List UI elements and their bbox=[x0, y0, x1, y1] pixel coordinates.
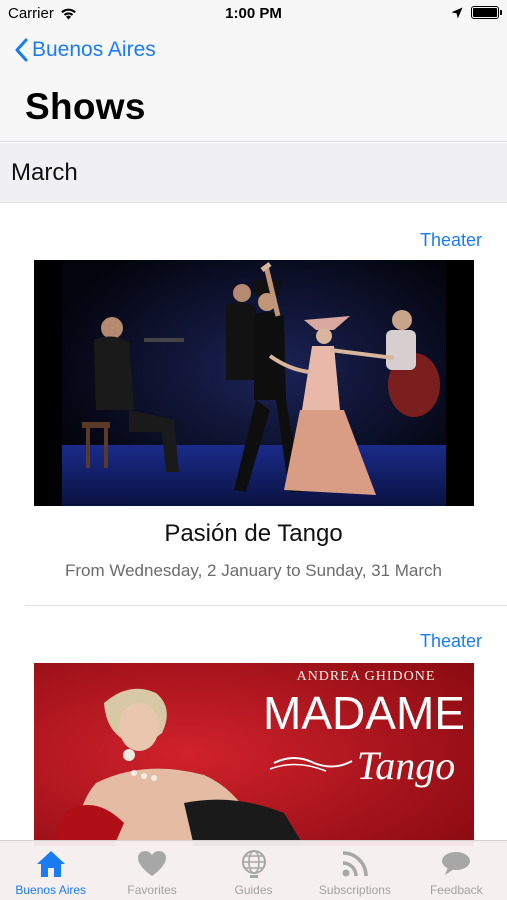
location-arrow-icon bbox=[451, 7, 463, 18]
category-link[interactable]: Theater bbox=[420, 230, 482, 251]
tab-subscriptions[interactable]: Subscriptions bbox=[304, 841, 405, 900]
show-card[interactable]: Theater Pasión de Tango From Wednesday, … bbox=[0, 203, 507, 606]
tab-guides[interactable]: Guides bbox=[203, 841, 304, 900]
tab-label: Guides bbox=[234, 883, 273, 897]
globe-icon bbox=[241, 850, 266, 878]
tab-bar: Buenos Aires Favorites Guides Subscripti… bbox=[0, 840, 507, 900]
poster-credit: ANDREA GHIDONE bbox=[297, 669, 436, 684]
show-title: Pasión de Tango bbox=[164, 520, 343, 547]
show-dates: From Wednesday, 2 January to Sunday, 31 … bbox=[64, 561, 443, 580]
tab-feedback[interactable]: Feedback bbox=[406, 841, 507, 900]
battery-icon bbox=[471, 6, 502, 19]
section-header-label: March bbox=[11, 159, 78, 186]
tab-label: Favorites bbox=[127, 883, 177, 897]
chevron-left-icon bbox=[15, 38, 28, 62]
poster-subtitle: Tango bbox=[357, 743, 456, 788]
category-link[interactable]: Theater bbox=[420, 631, 482, 652]
heart-icon bbox=[138, 851, 167, 876]
navigation-bar: Buenos Aires Shows bbox=[0, 28, 507, 142]
back-button-label: Buenos Aires bbox=[32, 38, 156, 61]
tango-dancers-photo bbox=[34, 260, 474, 506]
page-title: Shows bbox=[25, 86, 146, 127]
status-right bbox=[451, 6, 502, 19]
home-icon bbox=[36, 851, 65, 877]
section-header: March bbox=[0, 143, 507, 203]
speech-bubble-icon bbox=[442, 852, 471, 875]
rss-icon bbox=[342, 851, 368, 877]
battery-fill bbox=[473, 8, 497, 17]
tab-label: Subscriptions bbox=[318, 883, 391, 897]
tab-buenos-aires[interactable]: Buenos Aires bbox=[0, 841, 101, 900]
tab-label: Feedback bbox=[429, 883, 483, 897]
show-image[interactable]: ANDREA GHIDONE MADAME Tango bbox=[34, 663, 474, 846]
show-card[interactable]: Theater ANDREA GHIDONE MADAME Tango bbox=[0, 606, 507, 846]
show-image[interactable] bbox=[34, 260, 474, 506]
status-bar: Carrier 1:00 PM bbox=[0, 0, 507, 28]
tab-favorites[interactable]: Favorites bbox=[101, 841, 202, 900]
back-button[interactable]: Buenos Aires bbox=[14, 38, 156, 62]
tab-label: Buenos Aires bbox=[15, 883, 87, 897]
madame-tango-poster: ANDREA GHIDONE MADAME Tango bbox=[34, 663, 474, 846]
status-time: 1:00 PM bbox=[225, 5, 282, 22]
poster-title: MADAME bbox=[263, 687, 465, 739]
